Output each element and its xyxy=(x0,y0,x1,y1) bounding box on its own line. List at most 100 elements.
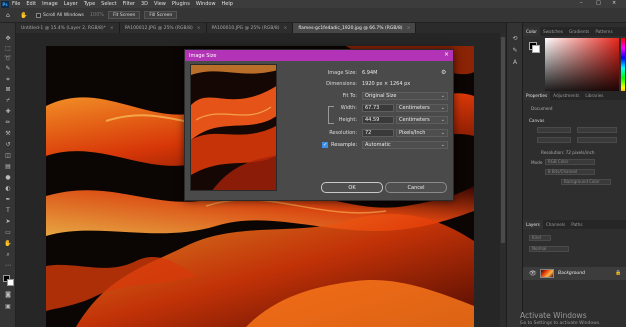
canvas-x-field[interactable] xyxy=(577,127,617,133)
crop-tool-icon[interactable]: ⌗ xyxy=(4,76,12,83)
color-picker-field[interactable] xyxy=(545,38,619,98)
menu-type[interactable]: Type xyxy=(84,1,95,7)
tab-swatches[interactable]: Swatches xyxy=(540,27,566,36)
menu-window[interactable]: Window xyxy=(196,1,216,7)
layer-name[interactable]: Background xyxy=(558,271,585,276)
rectangle-tool-icon[interactable]: ▭ xyxy=(4,229,12,236)
blur-tool-icon[interactable]: ● xyxy=(4,174,12,181)
type-tool-icon[interactable]: T xyxy=(4,207,12,214)
brush-settings-icon[interactable]: ✎ xyxy=(511,47,519,54)
more-tools-icon[interactable]: ⋯ xyxy=(4,262,12,269)
height-unit-select[interactable]: Centimeters ⌄ xyxy=(396,116,448,124)
path-selection-tool-icon[interactable]: ➤ xyxy=(4,218,12,225)
screen-mode-icon[interactable]: ▣ xyxy=(4,303,12,310)
menu-filter[interactable]: Filter xyxy=(123,1,135,7)
width-input[interactable]: 67.73 xyxy=(362,104,394,112)
menu-help[interactable]: Help xyxy=(222,1,233,7)
lasso-tool-icon[interactable]: ➰ xyxy=(4,55,12,62)
fill-screen-button[interactable]: Fill Screen xyxy=(144,11,178,19)
fit-screen-button[interactable]: Fit Screen xyxy=(108,11,141,19)
menu-plugins[interactable]: Plugins xyxy=(172,1,190,7)
layer-row-background[interactable]: 👁 Background 🔒 xyxy=(523,267,626,280)
close-window-button[interactable]: × xyxy=(612,0,616,6)
healing-brush-tool-icon[interactable]: ✚ xyxy=(4,108,12,115)
gear-icon[interactable]: ⚙ xyxy=(441,69,446,76)
move-tool-icon[interactable]: ✥ xyxy=(4,35,12,42)
marquee-tool-icon[interactable]: ⬚ xyxy=(4,45,12,52)
mode-select[interactable]: RGB Color xyxy=(545,159,595,165)
tab-color[interactable]: Color xyxy=(523,27,540,36)
dialog-title-bar[interactable]: Image Size × xyxy=(185,50,453,61)
tab-flames[interactable]: flames-gc1fe4adic_1920.jpg @ 66.7% (RGB/… xyxy=(293,23,417,33)
close-icon[interactable]: × xyxy=(407,26,411,31)
visibility-eye-icon[interactable]: 👁 xyxy=(529,270,537,277)
quick-select-tool-icon[interactable]: ✎ xyxy=(4,65,12,72)
minimize-button[interactable]: – xyxy=(580,0,583,6)
gradient-tool-icon[interactable]: ▤ xyxy=(4,163,12,170)
tab-layers[interactable]: Layers xyxy=(523,220,543,229)
image-preview[interactable] xyxy=(190,64,277,191)
resolution-input[interactable]: 72 xyxy=(362,129,394,137)
canvas-section-label: Canvas xyxy=(529,118,545,123)
resample-checkbox[interactable]: ✓ xyxy=(322,142,328,148)
width-unit-select[interactable]: Centimeters ⌄ xyxy=(396,104,448,112)
close-icon[interactable]: × xyxy=(110,26,114,31)
canvas-height-field[interactable] xyxy=(537,137,571,143)
tab-pa100012[interactable]: PA100012.JPG @ 25% (RGB/8) × xyxy=(119,23,207,33)
bit-depth-select[interactable]: 8 Bits/Channel xyxy=(545,169,595,175)
cancel-button[interactable]: Cancel xyxy=(385,182,447,193)
menu-edit[interactable]: Edit xyxy=(26,1,36,7)
brush-tool-icon[interactable]: ✏ xyxy=(4,119,12,126)
resolution-unit-select[interactable]: Pixels/Inch ⌄ xyxy=(396,129,448,137)
menu-view[interactable]: View xyxy=(154,1,166,7)
hand-tool-icon[interactable]: ✋ xyxy=(4,240,12,247)
canvas-y-field[interactable] xyxy=(577,137,617,143)
scrollbar-thumb[interactable] xyxy=(501,37,505,243)
tab-untitled-1[interactable]: Untitled-1 @ 15.4% (Layer 2, RGB/8)* × xyxy=(16,23,120,33)
quick-mask-icon[interactable]: ◙ xyxy=(4,291,12,298)
layer-filter-kind[interactable]: Kind xyxy=(529,235,551,241)
eyedropper-tool-icon[interactable]: ⌿ xyxy=(4,97,12,104)
close-icon[interactable]: × xyxy=(197,26,201,31)
maximize-button[interactable]: □ xyxy=(596,0,601,6)
eraser-tool-icon[interactable]: ◫ xyxy=(4,152,12,159)
zoom-tool-icon[interactable]: ⌕ xyxy=(4,251,12,258)
tab-patterns[interactable]: Patterns xyxy=(592,27,615,36)
tab-paths[interactable]: Paths xyxy=(568,220,585,229)
home-icon[interactable]: ⌂ xyxy=(6,12,14,19)
close-icon[interactable]: × xyxy=(444,51,449,58)
tab-libraries[interactable]: Libraries xyxy=(582,91,606,100)
character-panel-icon[interactable]: A xyxy=(511,59,519,66)
canvas-width-field[interactable] xyxy=(537,127,571,133)
history-brush-tool-icon[interactable]: ↺ xyxy=(4,141,12,148)
fit-to-select[interactable]: Original Size ⌄ xyxy=(362,92,448,100)
close-icon[interactable]: × xyxy=(284,26,288,31)
dodge-tool-icon[interactable]: ◐ xyxy=(4,185,12,192)
canvas-fill-select[interactable]: Background Color xyxy=(561,179,611,185)
menu-select[interactable]: Select xyxy=(101,1,116,7)
resample-select[interactable]: Automatic ⌄ xyxy=(362,141,448,149)
height-input[interactable]: 44.59 xyxy=(362,116,394,124)
tab-channels[interactable]: Channels xyxy=(543,220,568,229)
document-tabs: Untitled-1 @ 15.4% (Layer 2, RGB/8)* × PA… xyxy=(16,23,506,33)
menu-file[interactable]: File xyxy=(12,1,20,7)
tab-pa100010[interactable]: PA100010.JPG @ 25% (RGB/8) × xyxy=(206,23,294,33)
menu-image[interactable]: Image xyxy=(42,1,58,7)
hue-slider[interactable] xyxy=(621,38,625,98)
blend-mode-select[interactable]: Normal xyxy=(529,246,569,252)
pen-tool-icon[interactable]: ✒ xyxy=(4,196,12,203)
tab-gradients[interactable]: Gradients xyxy=(566,27,592,36)
history-panel-icon[interactable]: ⟲ xyxy=(511,35,519,42)
watermark-subtitle: Go to Settings to activate Windows. xyxy=(520,321,601,326)
menu-layer[interactable]: Layer xyxy=(64,1,78,7)
mode-label: Mode xyxy=(531,160,543,165)
ok-button[interactable]: OK xyxy=(321,182,383,193)
scroll-all-windows-checkbox[interactable] xyxy=(36,12,41,18)
tab-adjustments[interactable]: Adjustments xyxy=(550,91,582,100)
menu-3d[interactable]: 3D xyxy=(141,1,148,7)
background-color-chip[interactable] xyxy=(532,45,540,53)
background-color-swatch[interactable] xyxy=(7,279,14,286)
clone-stamp-tool-icon[interactable]: ⚒ xyxy=(4,130,12,137)
frame-tool-icon[interactable]: ⊠ xyxy=(4,86,12,93)
tab-properties[interactable]: Properties xyxy=(523,91,551,100)
